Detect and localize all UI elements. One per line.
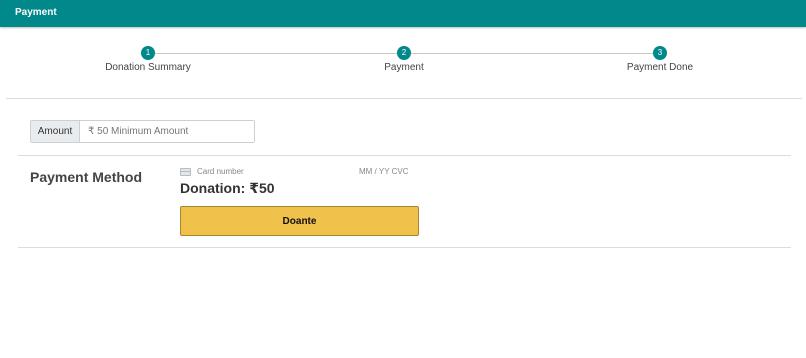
card-element[interactable]: Card number MM / YY CVC: [180, 167, 420, 179]
expiry-cvc-field[interactable]: MM / YY CVC: [359, 167, 409, 176]
step-number-badge: 1: [141, 46, 155, 60]
payment-method-heading: Payment Method: [30, 169, 143, 185]
amount-input-group: Amount: [30, 120, 255, 143]
divider: [18, 155, 791, 156]
step-donation-summary: 1 Donation Summary: [88, 46, 208, 73]
amount-input[interactable]: [80, 121, 254, 142]
step-label: Payment: [384, 62, 424, 73]
page-title: Payment: [15, 7, 57, 18]
amount-addon-label: Amount: [31, 121, 80, 142]
step-payment-done: 3 Payment Done: [600, 46, 720, 73]
donation-amount-text: Donation: ₹50: [180, 180, 275, 196]
card-number-field[interactable]: Card number: [197, 167, 244, 176]
step-label: Donation Summary: [105, 62, 191, 73]
donate-button[interactable]: Doante: [180, 206, 419, 236]
progress-stepper: 1 Donation Summary 2 Payment 3 Payment D…: [0, 27, 806, 99]
credit-card-icon: [180, 168, 191, 176]
top-app-bar: Payment: [0, 0, 806, 27]
divider: [18, 247, 791, 248]
step-label: Payment Done: [626, 62, 694, 73]
step-payment: 2 Payment: [344, 46, 464, 73]
divider: [6, 98, 802, 99]
step-number-badge: 2: [397, 46, 411, 60]
step-number-badge: 3: [653, 46, 667, 60]
